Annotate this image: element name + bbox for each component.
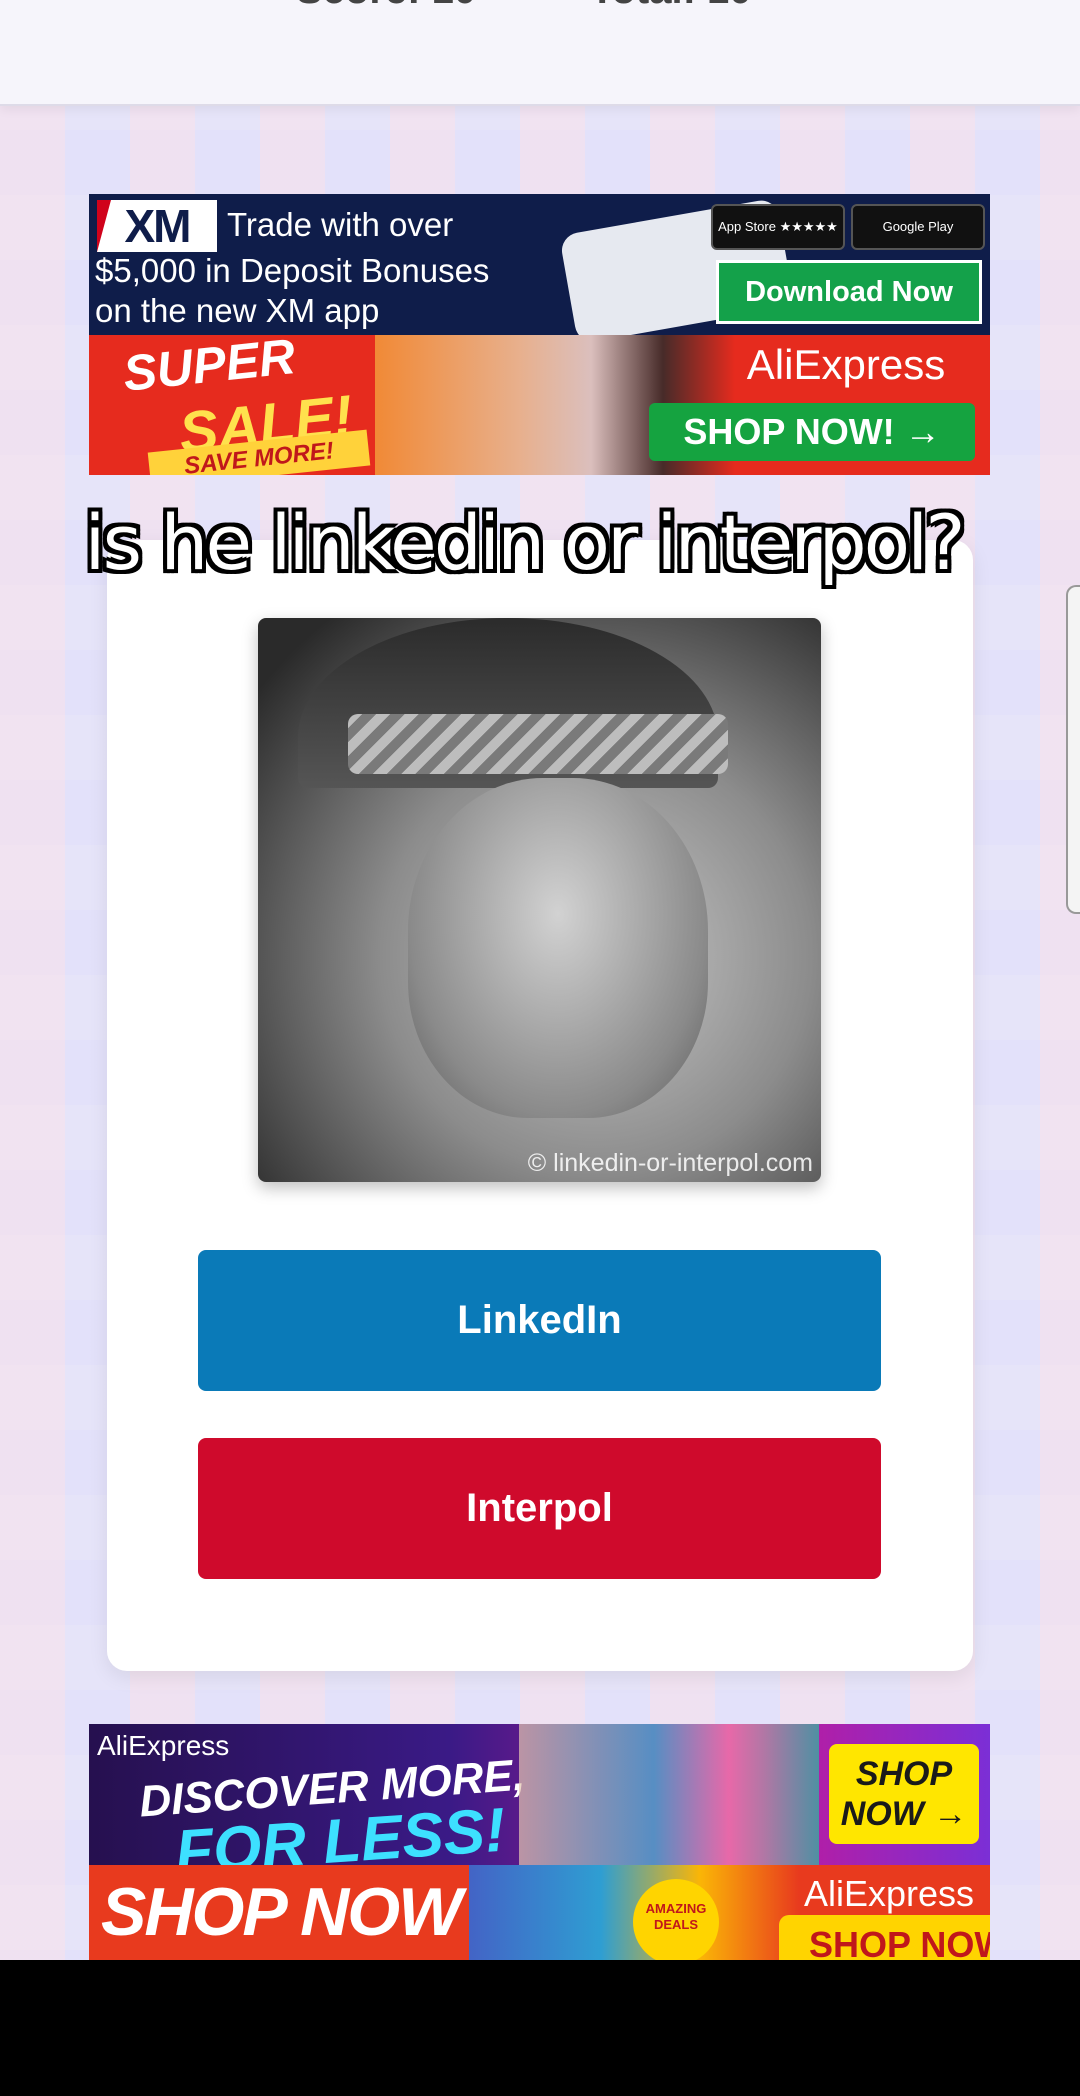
xm-logo: XM xyxy=(97,200,217,252)
aliexpress-discover-ad-banner[interactable]: AliExpress DISCOVER MORE, FOR LESS! SHOP… xyxy=(89,1724,990,1865)
shop-now-button[interactable]: SHOP NOW → xyxy=(829,1744,979,1844)
google-play-badge[interactable]: Google Play ★★★★★ xyxy=(851,204,985,276)
xm-ad-line1: Trade with over xyxy=(227,206,454,243)
app-store-badge[interactable]: App Store ★★★★★ xyxy=(711,204,845,250)
aliexpress-brand: AliExpress xyxy=(97,1730,230,1761)
side-scroll-handle[interactable] xyxy=(1066,585,1080,914)
shop-now-button[interactable]: SHOP NOW > xyxy=(779,1915,990,1960)
xm-ad-line3: on the new XM app xyxy=(95,292,380,329)
photo-watermark: © linkedin-or-interpol.com xyxy=(527,1149,813,1177)
face xyxy=(408,778,708,1118)
amazing-deals-badge: AMAZING DEALS xyxy=(633,1879,719,1960)
super-text: SUPER xyxy=(120,335,298,402)
xm-ad-line2: $5,000 in Deposit Bonuses xyxy=(95,252,490,289)
linkedin-button[interactable]: LinkedIn xyxy=(198,1250,881,1391)
products-image xyxy=(519,1724,819,1865)
download-now-button[interactable]: Download Now xyxy=(716,260,982,324)
aliexpress-brand: AliExpress xyxy=(803,1873,975,1914)
total-label: Total: 10 xyxy=(590,0,752,13)
shop-now-headline: SHOP NOW xyxy=(101,1874,462,1950)
video-caption: is he linkedin or interpol? xyxy=(84,498,965,587)
system-navigation-bar xyxy=(0,1960,1080,2096)
aliexpress-brand: AliExpress xyxy=(746,341,946,388)
score-label: Score: 10 xyxy=(296,0,476,13)
shop-now-button[interactable]: SHOP NOW! → xyxy=(649,403,975,461)
aliexpress-shopnow-ad-banner[interactable]: SHOP NOW AMAZING DEALS AliExpress SHOP N… xyxy=(89,1865,990,1960)
score-header: Score: 10 Total: 10 xyxy=(0,0,1080,106)
xm-ad-banner[interactable]: XM Trade with over $5,000 in Deposit Bon… xyxy=(89,194,990,335)
aliexpress-sale-ad-banner[interactable]: SUPER SALE! SAVE MORE! AliExpress SHOP N… xyxy=(89,335,990,475)
cap-braid xyxy=(348,714,728,774)
person-photo: © linkedin-or-interpol.com xyxy=(258,618,821,1182)
interpol-button[interactable]: Interpol xyxy=(198,1438,881,1579)
